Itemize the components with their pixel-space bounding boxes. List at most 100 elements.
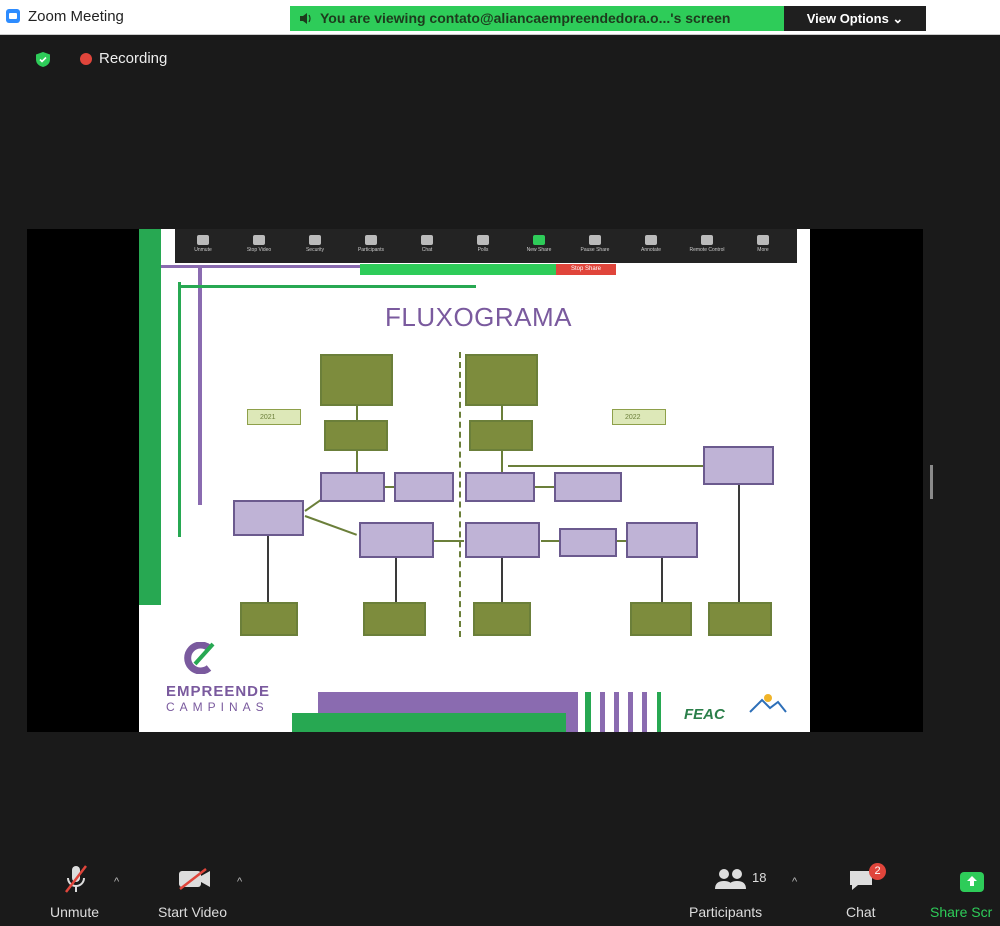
slide-stripe (657, 692, 661, 732)
flow-box (465, 354, 538, 406)
flow-box (465, 472, 535, 502)
empreende-logo-name: EMPREENDE (166, 683, 271, 700)
participants-icon[interactable] (714, 867, 748, 891)
remote-share-banner (360, 264, 556, 275)
start-video-label[interactable]: Start Video (158, 904, 227, 920)
year-tag-2022: 2022 (612, 409, 666, 425)
panel-resize-handle[interactable] (930, 465, 933, 499)
shared-screen-toolbar: Unmute Stop Video Security Participants … (175, 229, 797, 263)
slide-purple-line (198, 265, 202, 505)
flow-box (240, 602, 298, 636)
flow-box (320, 354, 393, 406)
flow-box (324, 420, 388, 451)
slide-stripe (585, 692, 591, 732)
recording-indicator-icon (80, 53, 92, 65)
flow-box (465, 522, 540, 558)
screen-share-banner[interactable]: You are viewing contato@aliancaempreende… (290, 6, 784, 31)
share-screen-label[interactable]: Share Scr (930, 904, 992, 920)
flow-connector (541, 540, 559, 542)
remote-annotate-item: Annotate (623, 229, 679, 263)
flow-box (233, 500, 304, 536)
flow-connector (356, 406, 358, 420)
flow-box (703, 446, 774, 485)
slide-stripe (600, 692, 605, 732)
flow-box (469, 420, 533, 451)
remote-new-share-item: New Share (511, 229, 567, 263)
remote-chat-item: Chat (399, 229, 455, 263)
flow-box (359, 522, 434, 558)
empreende-logo-sub: CAMPINAS (166, 700, 269, 714)
slide-stripe (614, 692, 619, 732)
empreende-logo-icon (184, 642, 215, 674)
remote-pause-share-item: Pause Share (567, 229, 623, 263)
remote-stop-share-button: Stop Share (556, 264, 616, 275)
flow-connector (434, 540, 464, 542)
remote-security-item: Security (287, 229, 343, 263)
chat-unread-badge: 2 (869, 863, 886, 880)
polls-icon (477, 235, 489, 245)
share-banner-text: You are viewing contato@aliancaempreende… (320, 10, 731, 26)
mic-muted-icon[interactable] (64, 864, 88, 894)
slide-green-bar-left (139, 229, 161, 605)
flow-connector (501, 558, 503, 602)
flow-box (626, 522, 698, 558)
window-title: Zoom Meeting (28, 8, 124, 25)
slide-stripe (642, 692, 647, 732)
unmute-options-chevron-icon[interactable]: ^ (114, 876, 119, 888)
chat-label[interactable]: Chat (846, 904, 876, 920)
slide-green-line (178, 282, 181, 537)
slide-title: FLUXOGRAMA (385, 302, 573, 332)
participants-count: 18 (752, 870, 767, 885)
share-screen-icon[interactable] (960, 872, 984, 892)
flow-connector (661, 558, 663, 602)
flow-connector (508, 465, 703, 467)
participants-icon (365, 235, 377, 245)
flow-box (394, 472, 454, 502)
remote-stop-video-item: Stop Video (231, 229, 287, 263)
video-options-chevron-icon[interactable]: ^ (237, 876, 242, 888)
pause-icon (589, 235, 601, 245)
flow-connector (267, 536, 269, 602)
slide-bottom-green-block (292, 713, 566, 732)
flow-box (630, 602, 692, 636)
mouse-icon (701, 235, 713, 245)
security-shield-icon[interactable] (36, 52, 50, 67)
shield-icon (309, 235, 321, 245)
remote-polls-item: Polls (455, 229, 511, 263)
remote-control-item: Remote Control (679, 229, 735, 263)
flow-connector (395, 558, 397, 602)
flow-box (473, 602, 531, 636)
flow-box (320, 472, 385, 502)
mic-off-icon (197, 235, 209, 245)
video-icon (253, 235, 265, 245)
flow-dashed-divider (459, 352, 461, 637)
flow-connector (535, 486, 555, 488)
alianca-logo-icon (749, 694, 787, 713)
remote-more-item: More (735, 229, 791, 263)
zoom-app-icon (6, 9, 20, 23)
view-options-button[interactable]: View Options ⌄ (784, 6, 926, 31)
recording-label: Recording (99, 50, 168, 67)
flow-connector (501, 451, 503, 473)
video-off-icon[interactable] (178, 867, 212, 891)
flow-connector (501, 406, 503, 420)
flow-box (708, 602, 772, 636)
speaker-icon (300, 13, 311, 24)
flow-connector (738, 485, 740, 602)
pencil-icon (645, 235, 657, 245)
share-icon (533, 235, 545, 245)
participants-label[interactable]: Participants (689, 904, 762, 920)
slide-stripe (628, 692, 633, 732)
more-icon (757, 235, 769, 245)
slide-green-hline (181, 285, 476, 288)
feac-logo: FEAC (684, 706, 725, 723)
year-tag-2021: 2021 (247, 409, 301, 425)
participants-options-chevron-icon[interactable]: ^ (792, 876, 797, 888)
flow-box (363, 602, 426, 636)
remote-participants-item: Participants (343, 229, 399, 263)
chat-icon (421, 235, 433, 245)
flow-box (554, 472, 622, 502)
flow-box (559, 528, 617, 557)
flow-connector (356, 451, 358, 473)
unmute-label[interactable]: Unmute (50, 904, 99, 920)
